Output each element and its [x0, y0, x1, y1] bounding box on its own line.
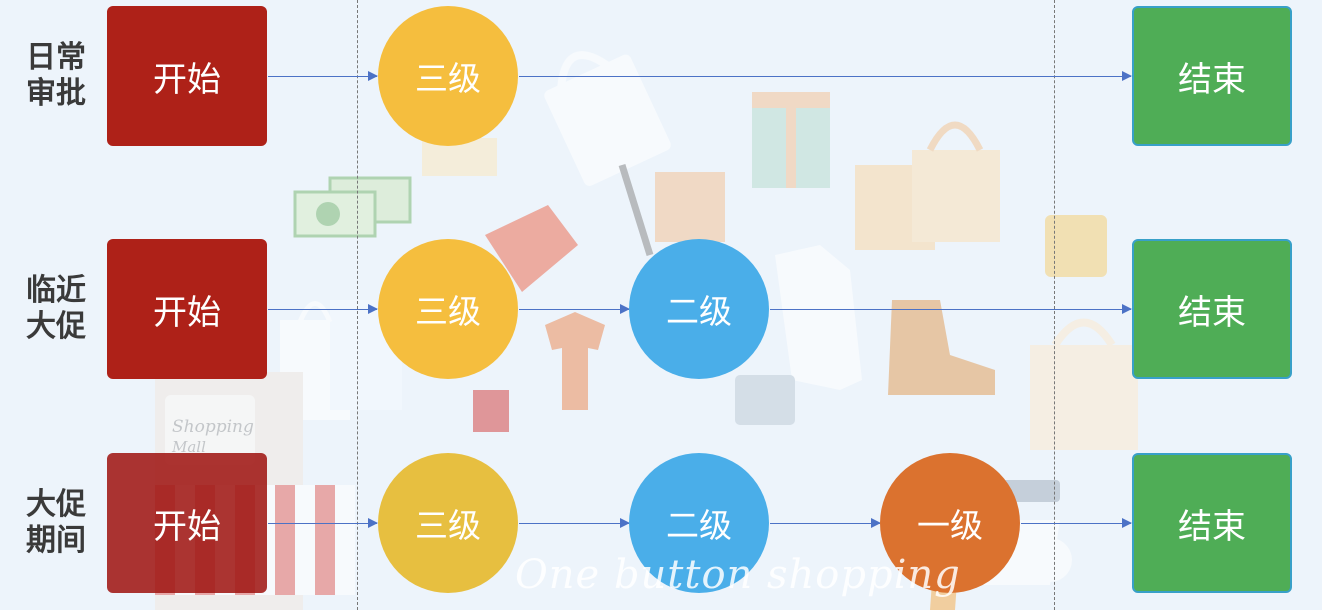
end-node: 结束 [1132, 453, 1292, 593]
arrow-level2-to-level1 [770, 518, 881, 528]
arrow-level3-to-end [519, 71, 1132, 81]
gift-icon [752, 92, 830, 188]
end-node: 结束 [1132, 239, 1292, 379]
row-label-line: 大促 [26, 309, 86, 344]
cart-handle-icon [618, 163, 654, 257]
row-label-line: 日常 [26, 40, 86, 75]
box-icon [655, 172, 725, 242]
level2-node: 二级 [629, 239, 769, 379]
tote-bag-icon [1030, 345, 1138, 450]
start-node: 开始 [107, 239, 267, 379]
level3-node: 三级 [378, 453, 518, 593]
card-icon [735, 375, 795, 425]
paper-bag-icon [855, 121, 1000, 250]
start-node: 开始 [107, 6, 267, 146]
arrow-level2-to-end [770, 304, 1132, 314]
row-label-line: 审批 [26, 76, 86, 111]
arrow-level1-to-end [1021, 518, 1132, 528]
phase-divider-left [357, 0, 358, 610]
lock-icon [473, 390, 509, 432]
arrow-start-to-level3 [268, 71, 378, 81]
level3-node: 三级 [378, 6, 518, 146]
row-label-line: 大促 [26, 487, 86, 522]
start-node: 开始 [107, 453, 267, 593]
arrow-level3-to-level2 [519, 304, 630, 314]
shopping-bag-icon [544, 51, 671, 186]
end-node: 结束 [1132, 6, 1292, 146]
money-icon [293, 176, 412, 238]
tshirt-icon [545, 312, 605, 410]
arrow-start-to-level3 [268, 518, 378, 528]
phase-divider-right [1054, 0, 1055, 610]
watermark-text: One button shopping [515, 552, 961, 598]
level3-node: 三级 [378, 239, 518, 379]
shirt-icon [775, 245, 862, 390]
svg-text:Shopping: Shopping [172, 417, 254, 437]
arrow-start-to-level3 [268, 304, 378, 314]
row-label-during-promotion: 大促 期间 [18, 487, 94, 559]
arrow-level3-to-level2 [519, 518, 630, 528]
row-label-line: 临近 [26, 273, 86, 308]
row-label-pre-promotion: 临近 大促 [18, 273, 94, 345]
row-label-line: 期间 [26, 523, 86, 558]
boot-icon [888, 300, 995, 395]
row-label-daily-approval: 日常 审批 [18, 40, 94, 112]
